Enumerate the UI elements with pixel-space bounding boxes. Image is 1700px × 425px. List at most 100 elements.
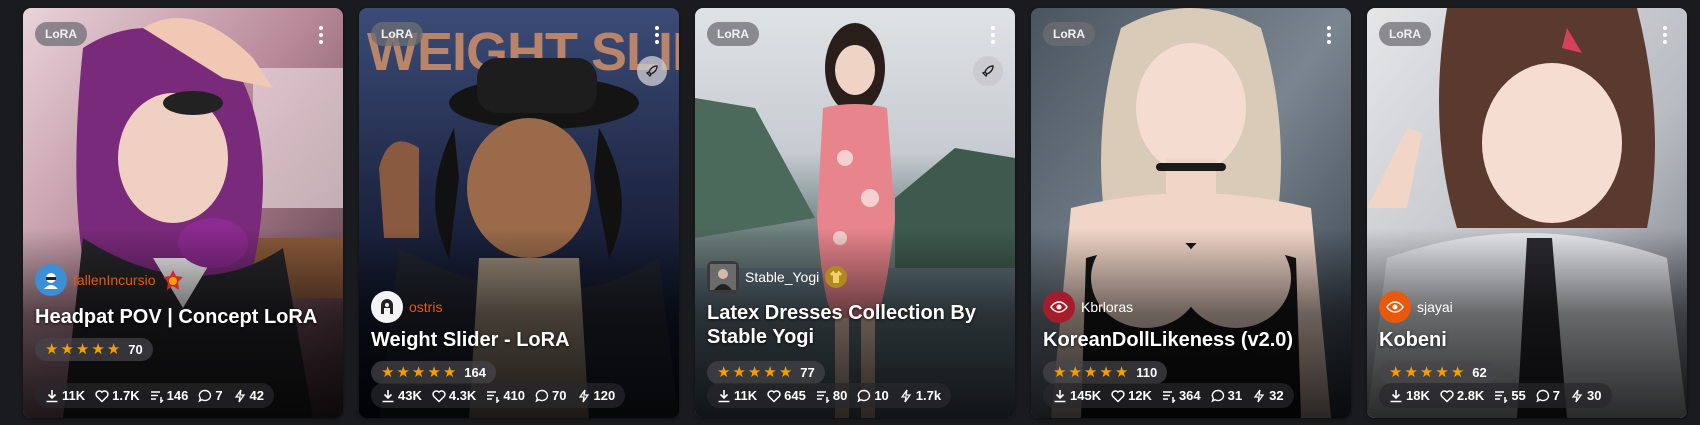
star-icon: ★	[1083, 364, 1098, 381]
creator-avatar[interactable]	[707, 261, 739, 293]
more-options-icon[interactable]	[1653, 22, 1677, 48]
rating-count: 62	[1472, 365, 1487, 380]
download-icon	[1054, 389, 1066, 402]
creator-info[interactable]: Stable_Yogi	[707, 261, 848, 293]
model-title[interactable]: Kobeni	[1379, 328, 1677, 352]
discussion-count: 80	[832, 388, 848, 403]
model-card-row: LoRA fallenIncursio Headpat POV | Concep…	[0, 0, 1700, 425]
rating: ★ ★ ★ ★ ★ 70	[35, 338, 153, 361]
creator-info[interactable]: fallenIncursio	[35, 264, 184, 296]
rating-count: 110	[1136, 365, 1158, 380]
more-options-icon[interactable]	[1317, 22, 1341, 48]
creator-info[interactable]: ostris	[371, 291, 442, 323]
star-icon: ★	[381, 364, 395, 381]
model-title[interactable]: Latex Dresses Collection By Stable Yogi	[707, 301, 1005, 349]
more-options-icon[interactable]	[645, 22, 669, 48]
more-options-icon[interactable]	[309, 22, 333, 48]
model-card[interactable]: LoRA Stable_Yogi Latex Dresses Collectio…	[695, 8, 1015, 418]
creator-badge-icon	[162, 269, 184, 291]
comment-count: 7	[215, 388, 223, 403]
bolt-icon	[578, 389, 589, 402]
heart-icon	[1440, 389, 1454, 403]
comment-count: 10	[874, 388, 889, 403]
star-icon: ★	[75, 341, 90, 358]
rating-count: 164	[464, 365, 486, 380]
rating: ★ ★ ★ ★ ★ 164	[371, 361, 496, 384]
star-icon: ★	[106, 341, 121, 358]
model-stats: 145K 12K 364 31 32	[1043, 383, 1294, 408]
like-count: 1.7K	[112, 388, 140, 403]
star-icon: ★	[1435, 364, 1449, 381]
comment-icon	[535, 389, 549, 402]
download-count: 145K	[1070, 388, 1102, 403]
creator-name[interactable]: sjayai	[1417, 299, 1453, 315]
star-icon: ★	[747, 364, 762, 381]
comment-icon	[857, 389, 871, 402]
more-options-icon[interactable]	[981, 22, 1005, 48]
bolt-icon	[1253, 389, 1265, 402]
creator-avatar[interactable]	[1379, 291, 1411, 323]
star-icon: ★	[1389, 364, 1403, 381]
model-type-badge: LoRA	[707, 22, 759, 46]
shirt-icon	[825, 266, 848, 288]
model-type-badge: LoRA	[1379, 22, 1431, 46]
star-icon: ★	[396, 364, 410, 381]
creator-name[interactable]: fallenIncursio	[73, 272, 156, 288]
download-icon	[1390, 389, 1402, 402]
model-card[interactable]: WEIGHT SLIDER LoRA ostris Weight Slider …	[359, 8, 679, 418]
download-icon	[382, 389, 394, 402]
creator-name[interactable]: Stable_Yogi	[745, 269, 819, 285]
like-count: 645	[784, 388, 806, 403]
rocket-icon[interactable]	[637, 56, 667, 86]
eye-icon	[1386, 301, 1404, 313]
model-type-badge: LoRA	[1043, 22, 1095, 46]
star-icon: ★	[45, 341, 59, 358]
download-icon	[46, 389, 58, 402]
creator-name[interactable]: ostris	[409, 299, 442, 315]
creator-avatar[interactable]	[1043, 291, 1075, 323]
messages-icon	[1495, 390, 1508, 403]
star-icon: ★	[1053, 364, 1067, 381]
model-card[interactable]: LoRA sjayai Kobeni ★ ★ ★ ★ ★ 62 18K 2.8K 55 …	[1367, 8, 1687, 418]
bolt-icon	[234, 389, 245, 402]
heart-icon	[1111, 389, 1125, 403]
star-icon: ★	[1068, 364, 1082, 381]
star-icon: ★	[442, 364, 457, 381]
creator-info[interactable]: Kbrloras	[1043, 291, 1133, 323]
model-card[interactable]: LoRA fallenIncursio Headpat POV | Concep…	[23, 8, 343, 418]
messages-icon	[816, 390, 830, 403]
tip-count: 120	[593, 388, 616, 403]
creator-name[interactable]: Kbrloras	[1081, 299, 1133, 315]
discussion-count: 146	[166, 388, 189, 403]
tip-count: 42	[249, 388, 265, 403]
star-icon: ★	[411, 364, 426, 381]
rating-count: 70	[128, 342, 143, 357]
heart-icon	[95, 389, 109, 403]
rating-count: 77	[800, 365, 815, 380]
model-type-badge: LoRA	[35, 22, 87, 46]
rating: ★ ★ ★ ★ ★ 110	[1043, 361, 1168, 384]
creator-avatar[interactable]	[35, 264, 67, 296]
star-icon: ★	[732, 364, 746, 381]
star-icon: ★	[91, 341, 105, 358]
model-card[interactable]: LoRA Kbrloras KoreanDollLikeness (v2.0) …	[1031, 8, 1351, 418]
comment-icon	[1536, 389, 1549, 402]
model-title[interactable]: KoreanDollLikeness (v2.0)	[1043, 328, 1341, 352]
creator-info[interactable]: sjayai	[1379, 291, 1453, 323]
bolt-icon	[900, 389, 912, 402]
like-count: 2.8K	[1456, 388, 1485, 403]
creator-avatar[interactable]	[371, 291, 403, 323]
model-title-line: Latex Dresses Collection By	[707, 302, 976, 324]
star-icon: ★	[1099, 364, 1113, 381]
rocket-icon[interactable]	[973, 56, 1003, 86]
star-icon: ★	[778, 364, 793, 381]
tip-count: 32	[1269, 388, 1284, 403]
model-title[interactable]: Headpat POV | Concept LoRA	[35, 305, 333, 329]
comment-icon	[1210, 389, 1224, 402]
star-icon: ★	[1404, 364, 1418, 381]
star-icon: ★	[763, 364, 777, 381]
discussion-count: 55	[1511, 388, 1526, 403]
model-stats: 11K 1.7K 146 7 42	[35, 383, 275, 408]
bolt-icon	[1571, 389, 1583, 402]
model-title[interactable]: Weight Slider - LoRA	[371, 328, 669, 352]
